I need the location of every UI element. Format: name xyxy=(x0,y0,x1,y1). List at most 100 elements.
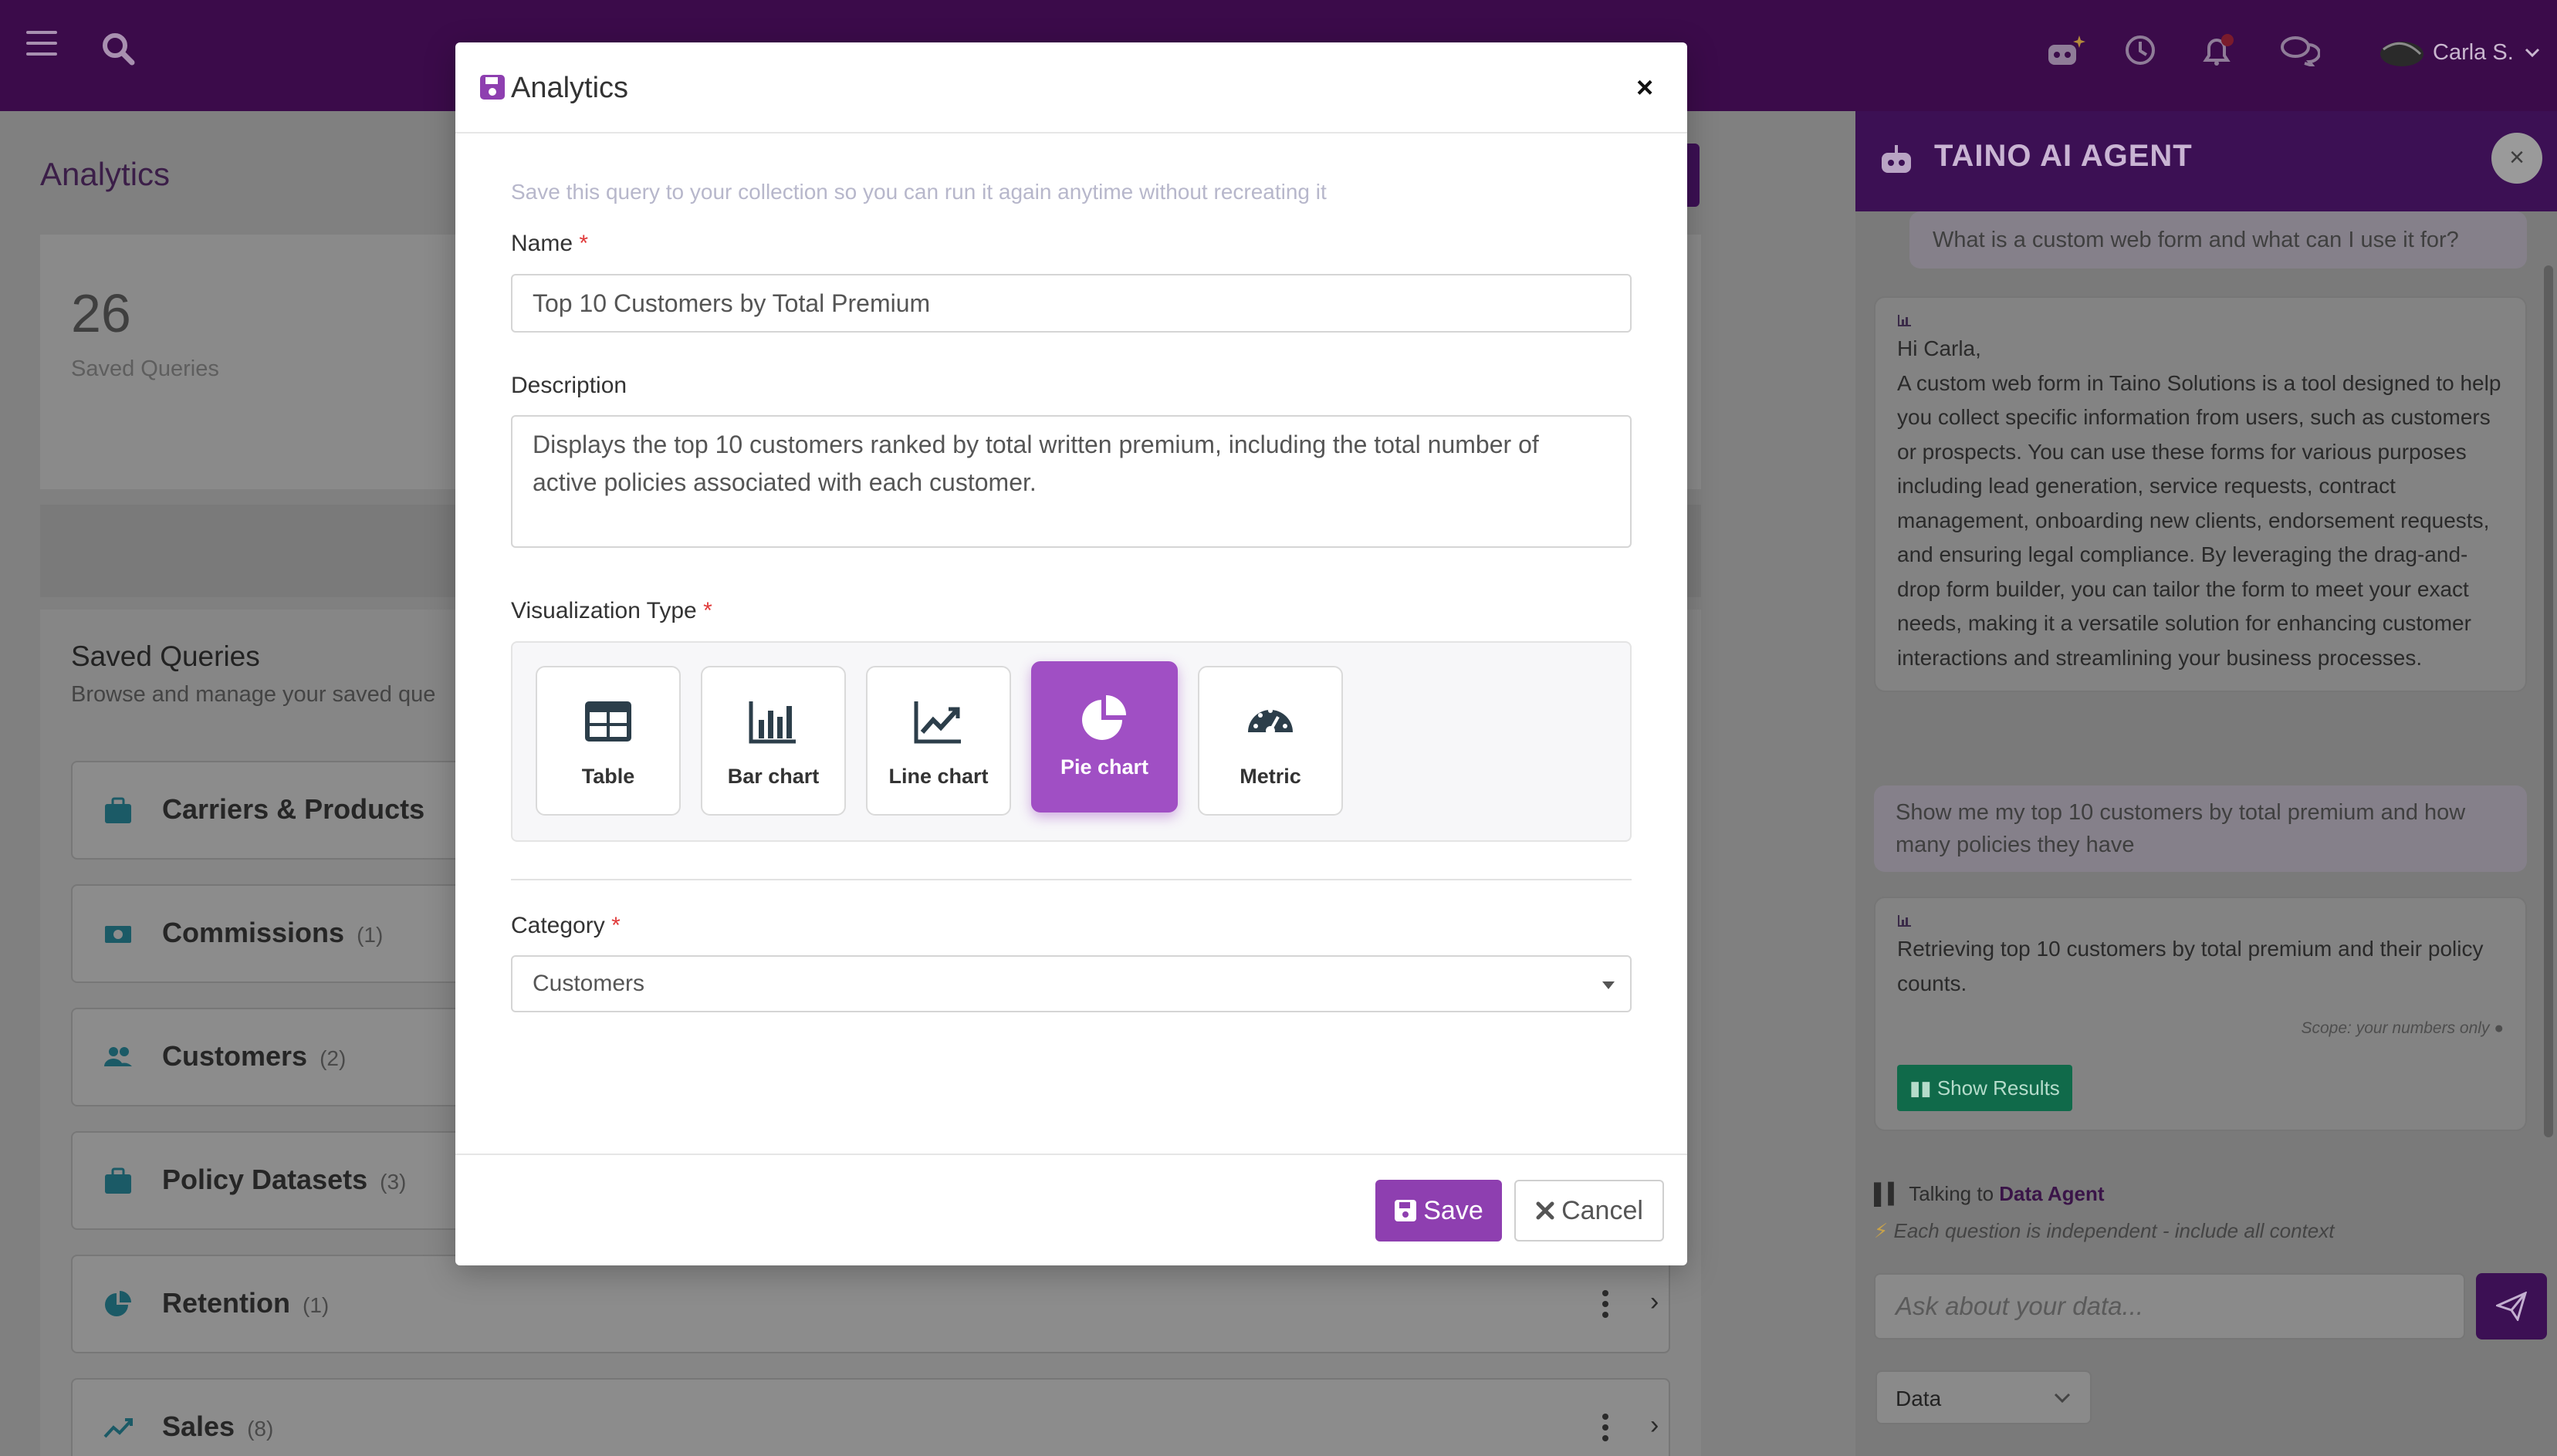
stat-label: Saved Queries xyxy=(71,356,219,381)
chevron-right-icon[interactable]: › xyxy=(1650,1410,1659,1441)
modal-header: Analytics × xyxy=(455,42,1687,133)
close-panel-button[interactable]: × xyxy=(2491,133,2542,184)
ai-panel-title: TAINO AI AGENT xyxy=(1934,139,2193,173)
scope-note: Scope: your numbers only xyxy=(2301,1019,2490,1037)
send-button[interactable] xyxy=(2476,1273,2547,1339)
ai-message: Retrieving top 10 customers by total pre… xyxy=(1874,897,2527,1131)
category-name: Carriers & Products xyxy=(162,793,425,825)
user-name: Carla S. xyxy=(2433,39,2514,65)
required-mark: * xyxy=(579,231,589,256)
category-count: (1) xyxy=(357,923,384,947)
ai-message-text: A custom web form in Taino Solutions is … xyxy=(1897,370,2501,670)
chart-bar-icon: ▌▍ xyxy=(1874,1182,1904,1205)
required-mark: * xyxy=(611,913,621,938)
name-label: Name * xyxy=(511,231,588,257)
ai-panel-header: TAINO AI AGENT × xyxy=(1855,111,2557,211)
category-count: (2) xyxy=(320,1046,347,1070)
query-category-row[interactable]: Retention (1) › xyxy=(71,1255,1670,1353)
chart-pie-icon xyxy=(105,1291,131,1316)
users-icon xyxy=(104,1047,132,1066)
viz-option-label: Pie chart xyxy=(1060,755,1149,779)
notifications-bell-icon[interactable] xyxy=(2200,34,2235,73)
category-name: Commissions xyxy=(162,917,345,948)
avatar xyxy=(2380,42,2423,66)
category-count: (8) xyxy=(247,1417,274,1441)
chevron-down-icon xyxy=(2054,1393,2071,1404)
ai-message-text: Retrieving top 10 customers by total pre… xyxy=(1897,937,2484,995)
money-bill-icon xyxy=(105,926,131,943)
independent-note-text: Each question is independent - include a… xyxy=(1893,1219,2335,1242)
description-label: Description xyxy=(511,373,627,398)
line-chart-icon xyxy=(914,701,961,744)
table-icon xyxy=(585,701,631,742)
ai-question-input[interactable]: Ask about your data... xyxy=(1874,1273,2465,1339)
name-input[interactable]: Top 10 Customers by Total Premium xyxy=(511,274,1632,333)
close-icon xyxy=(1536,1201,1554,1220)
lightning-icon: ⚡ xyxy=(1874,1219,1889,1242)
save-icon xyxy=(480,75,505,100)
agent-select[interactable]: Data xyxy=(1875,1370,2092,1424)
user-message: Show me my top 10 customers by total pre… xyxy=(1874,785,2527,872)
briefcase-icon xyxy=(105,797,131,823)
chart-bar-icon xyxy=(1898,315,1911,326)
section-subtitle: Browse and manage your saved que xyxy=(71,682,436,707)
ai-message: Hi Carla, A custom web form in Taino Sol… xyxy=(1874,296,2527,692)
section-title: Saved Queries xyxy=(71,640,260,672)
description-textarea[interactable]: Displays the top 10 customers ranked by … xyxy=(511,415,1632,548)
viz-option-label: Bar chart xyxy=(727,765,820,788)
cancel-button-label: Cancel xyxy=(1561,1195,1643,1225)
chat-messages-icon[interactable] xyxy=(2280,34,2322,70)
category-count: (3) xyxy=(380,1170,407,1194)
caret-down-icon xyxy=(1602,981,1615,989)
viz-option-table[interactable]: Table xyxy=(536,666,681,816)
visualization-label-text: Visualization Type xyxy=(511,598,697,623)
viz-option-label: Table xyxy=(581,765,635,788)
viz-option-pie-chart[interactable]: Pie chart xyxy=(1031,661,1178,812)
viz-option-bar-chart[interactable]: Bar chart xyxy=(701,666,846,816)
modal-close-button[interactable]: × xyxy=(1636,72,1653,105)
visualization-label: Visualization Type * xyxy=(511,598,712,624)
ai-robot-icon[interactable] xyxy=(2045,34,2085,72)
history-clock-icon[interactable] xyxy=(2124,34,2156,70)
pie-chart-icon xyxy=(1082,695,1126,740)
viz-option-label: Metric xyxy=(1240,765,1301,788)
category-name: Customers xyxy=(162,1040,308,1072)
category-label-text: Category xyxy=(511,913,605,938)
viz-option-metric[interactable]: Metric xyxy=(1198,666,1343,816)
category-count: (1) xyxy=(303,1293,330,1317)
category-name: Sales xyxy=(162,1410,235,1442)
modal-footer-divider xyxy=(455,1154,1687,1155)
user-menu[interactable]: Carla S. xyxy=(2377,34,2540,71)
required-mark: * xyxy=(703,598,712,623)
page-title: Analytics xyxy=(40,156,171,192)
search-icon[interactable] xyxy=(100,31,136,70)
visualization-type-picker: Table Bar chart Line chart Pie chart Met… xyxy=(511,641,1632,842)
cancel-button[interactable]: Cancel xyxy=(1514,1180,1664,1241)
category-name: Policy Datasets xyxy=(162,1164,368,1195)
talking-to-indicator: ▌▍ Talking to Data Agent xyxy=(1874,1182,2105,1206)
modal-title: Analytics xyxy=(511,72,629,104)
chevron-right-icon[interactable]: › xyxy=(1650,1287,1659,1317)
viz-option-line-chart[interactable]: Line chart xyxy=(866,666,1011,816)
save-button[interactable]: Save xyxy=(1375,1180,1502,1241)
hamburger-menu-icon[interactable] xyxy=(26,31,57,62)
query-category-row[interactable]: Sales (8) › xyxy=(71,1378,1670,1456)
info-icon: ● xyxy=(2494,1019,2504,1037)
row-options-icon[interactable] xyxy=(1602,1290,1610,1323)
save-button-label: Save xyxy=(1423,1195,1483,1225)
viz-option-label: Line chart xyxy=(888,765,989,788)
chart-line-icon xyxy=(103,1418,133,1438)
category-select[interactable]: Customers xyxy=(511,955,1632,1012)
chat-scrollbar[interactable] xyxy=(2544,265,2553,1137)
category-select-value: Customers xyxy=(533,971,645,996)
robot-icon xyxy=(1882,145,1911,173)
chevron-down-icon xyxy=(2525,48,2539,58)
row-options-icon[interactable] xyxy=(1602,1414,1610,1446)
modal-divider xyxy=(511,879,1632,880)
show-results-label: Show Results xyxy=(1936,1076,2060,1100)
show-results-button[interactable]: ▮▮ Show Results xyxy=(1897,1064,2072,1111)
stat-value: 26 xyxy=(71,283,131,343)
user-message: What is a custom web form and what can I… xyxy=(1909,211,2527,269)
chart-bar-icon xyxy=(1898,915,1911,927)
ai-agent-panel: TAINO AI AGENT × What is a custom web fo… xyxy=(1855,111,2557,1456)
